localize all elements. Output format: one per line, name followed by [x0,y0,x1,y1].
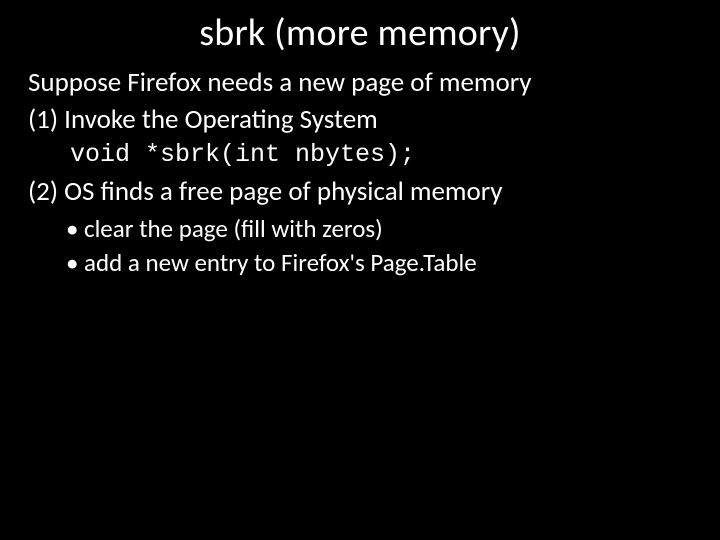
intro-line: Suppose Firefox needs a new page of memo… [28,66,692,101]
bullet-text: clear the page (fill with zeros) [84,212,383,247]
step-1-line: (1) Invoke the Operating System [28,103,692,138]
step-2-line: (2) OS finds a free page of physical mem… [28,175,692,210]
slide-title: sbrk (more memory) [28,10,692,56]
bullet-icon: • [66,212,84,247]
list-item: • add a new entry to Firefox's Page.Tabl… [66,246,692,281]
bullet-icon: • [66,246,84,281]
bullet-list: • clear the page (fill with zeros) • add… [66,212,692,281]
list-item: • clear the page (fill with zeros) [66,212,692,247]
slide-body: Suppose Firefox needs a new page of memo… [28,66,692,281]
code-line: void *sbrk(int nbytes); [70,139,692,171]
slide: sbrk (more memory) Suppose Firefox needs… [0,0,720,540]
bullet-text: add a new entry to Firefox's Page.Table [84,246,477,281]
